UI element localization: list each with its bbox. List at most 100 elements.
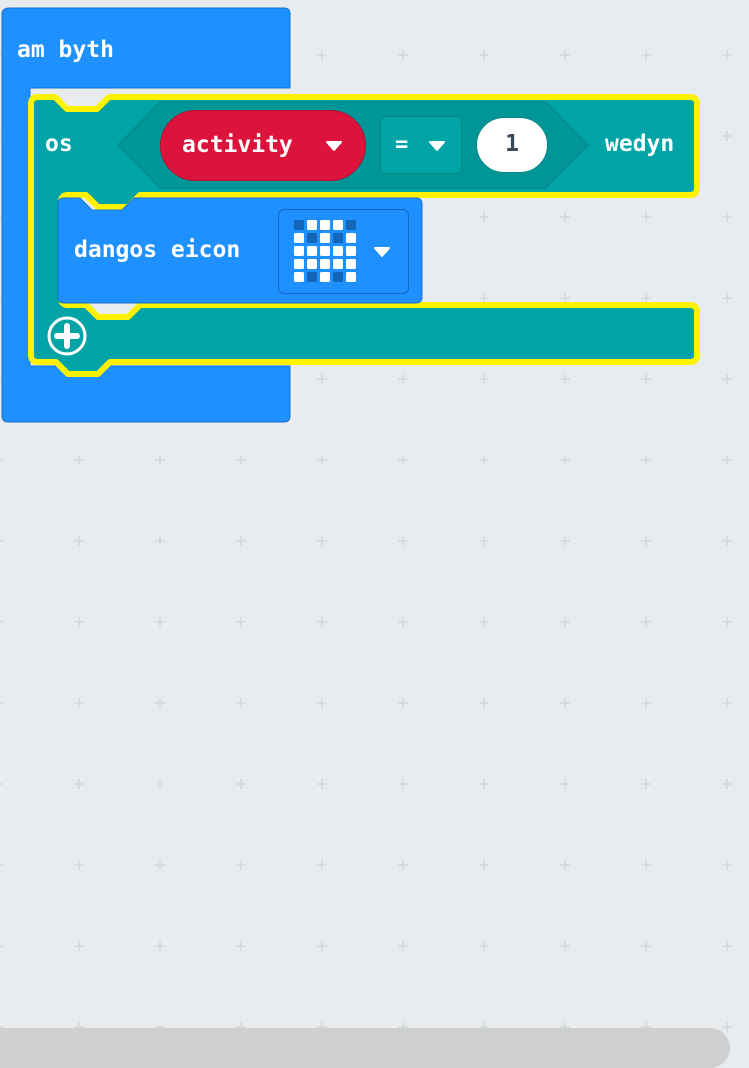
grid-cross <box>0 459 3 461</box>
grid-cross <box>560 536 570 546</box>
number-input[interactable]: 1 <box>476 117 548 173</box>
grid-cross <box>479 860 489 870</box>
grid-cross <box>0 540 3 542</box>
grid-cross <box>479 941 489 951</box>
grid-cross <box>560 698 570 708</box>
grid-cross <box>479 455 489 465</box>
led-on <box>320 233 330 243</box>
grid-cross <box>722 698 732 708</box>
grid-cross <box>479 536 489 546</box>
grid-cross <box>398 941 408 951</box>
grid-cross <box>479 779 489 789</box>
then-label: wedyn <box>605 131 675 157</box>
grid-cross <box>236 698 246 708</box>
led-on <box>294 233 304 243</box>
grid-cross <box>317 455 327 465</box>
led-on <box>333 246 343 256</box>
led-on <box>320 220 330 230</box>
grid-cross <box>236 455 246 465</box>
icon-picker-dropdown[interactable] <box>278 209 409 294</box>
grid-cross <box>74 941 84 951</box>
led-on <box>346 233 356 243</box>
grid-cross <box>641 941 651 951</box>
grid-cross <box>317 617 327 627</box>
grid-cross <box>641 779 651 789</box>
grid-cross <box>641 455 651 465</box>
grid-cross <box>317 698 327 708</box>
grid-cross <box>641 860 651 870</box>
grid-cross <box>0 621 3 623</box>
show-icon-label: dangos eicon <box>74 237 241 263</box>
led-on <box>346 246 356 256</box>
grid-cross <box>398 779 408 789</box>
grid-cross <box>722 779 732 789</box>
led-on <box>333 259 343 269</box>
plus-circle-icon[interactable] <box>46 315 88 357</box>
led-matrix-icon <box>294 220 356 282</box>
grid-cross <box>74 860 84 870</box>
grid-cross <box>236 536 246 546</box>
grid-cross <box>722 941 732 951</box>
grid-cross <box>74 617 84 627</box>
grid-cross <box>560 617 570 627</box>
grid-cross <box>155 941 165 951</box>
grid-cross <box>641 698 651 708</box>
grid-cross <box>155 860 165 870</box>
grid-cross <box>155 779 165 789</box>
chevron-down-icon <box>374 247 390 257</box>
grid-cross <box>641 536 651 546</box>
grid-cross <box>722 617 732 627</box>
grid-cross <box>722 860 732 870</box>
led-on <box>320 246 330 256</box>
led-on <box>294 259 304 269</box>
grid-cross <box>398 536 408 546</box>
grid-cross <box>560 860 570 870</box>
grid-cross <box>155 536 165 546</box>
led-off <box>333 233 343 243</box>
led-off <box>333 272 343 282</box>
led-on <box>320 272 330 282</box>
grid-cross <box>74 536 84 546</box>
led-on <box>346 259 356 269</box>
grid-cross <box>560 455 570 465</box>
grid-cross <box>398 860 408 870</box>
led-on <box>333 220 343 230</box>
grid-cross <box>155 617 165 627</box>
grid-cross <box>641 617 651 627</box>
grid-cross <box>0 702 3 704</box>
led-off <box>307 233 317 243</box>
grid-cross <box>236 617 246 627</box>
grid-cross <box>0 945 3 947</box>
grid-cross <box>0 864 3 866</box>
led-on <box>307 220 317 230</box>
grid-cross <box>317 536 327 546</box>
grid-cross <box>317 779 327 789</box>
grid-cross <box>317 941 327 951</box>
grid-cross <box>479 698 489 708</box>
led-off <box>307 272 317 282</box>
grid-cross <box>479 617 489 627</box>
grid-cross <box>722 1022 732 1032</box>
grid-cross <box>722 536 732 546</box>
grid-cross <box>74 698 84 708</box>
grid-cross <box>560 779 570 789</box>
led-off <box>294 220 304 230</box>
led-off <box>346 220 356 230</box>
grid-cross <box>74 455 84 465</box>
grid-cross <box>722 455 732 465</box>
led-on <box>307 246 317 256</box>
grid-cross <box>155 698 165 708</box>
grid-cross <box>236 860 246 870</box>
led-on <box>294 246 304 256</box>
chevron-down-icon <box>429 141 445 151</box>
led-on <box>320 259 330 269</box>
horizontal-scrollbar[interactable] <box>0 1028 730 1068</box>
led-on <box>294 272 304 282</box>
grid-cross <box>74 779 84 789</box>
grid-cross <box>317 860 327 870</box>
led-on <box>346 272 356 282</box>
led-on <box>307 259 317 269</box>
grid-cross <box>398 455 408 465</box>
grid-cross <box>236 941 246 951</box>
grid-cross <box>0 783 3 785</box>
